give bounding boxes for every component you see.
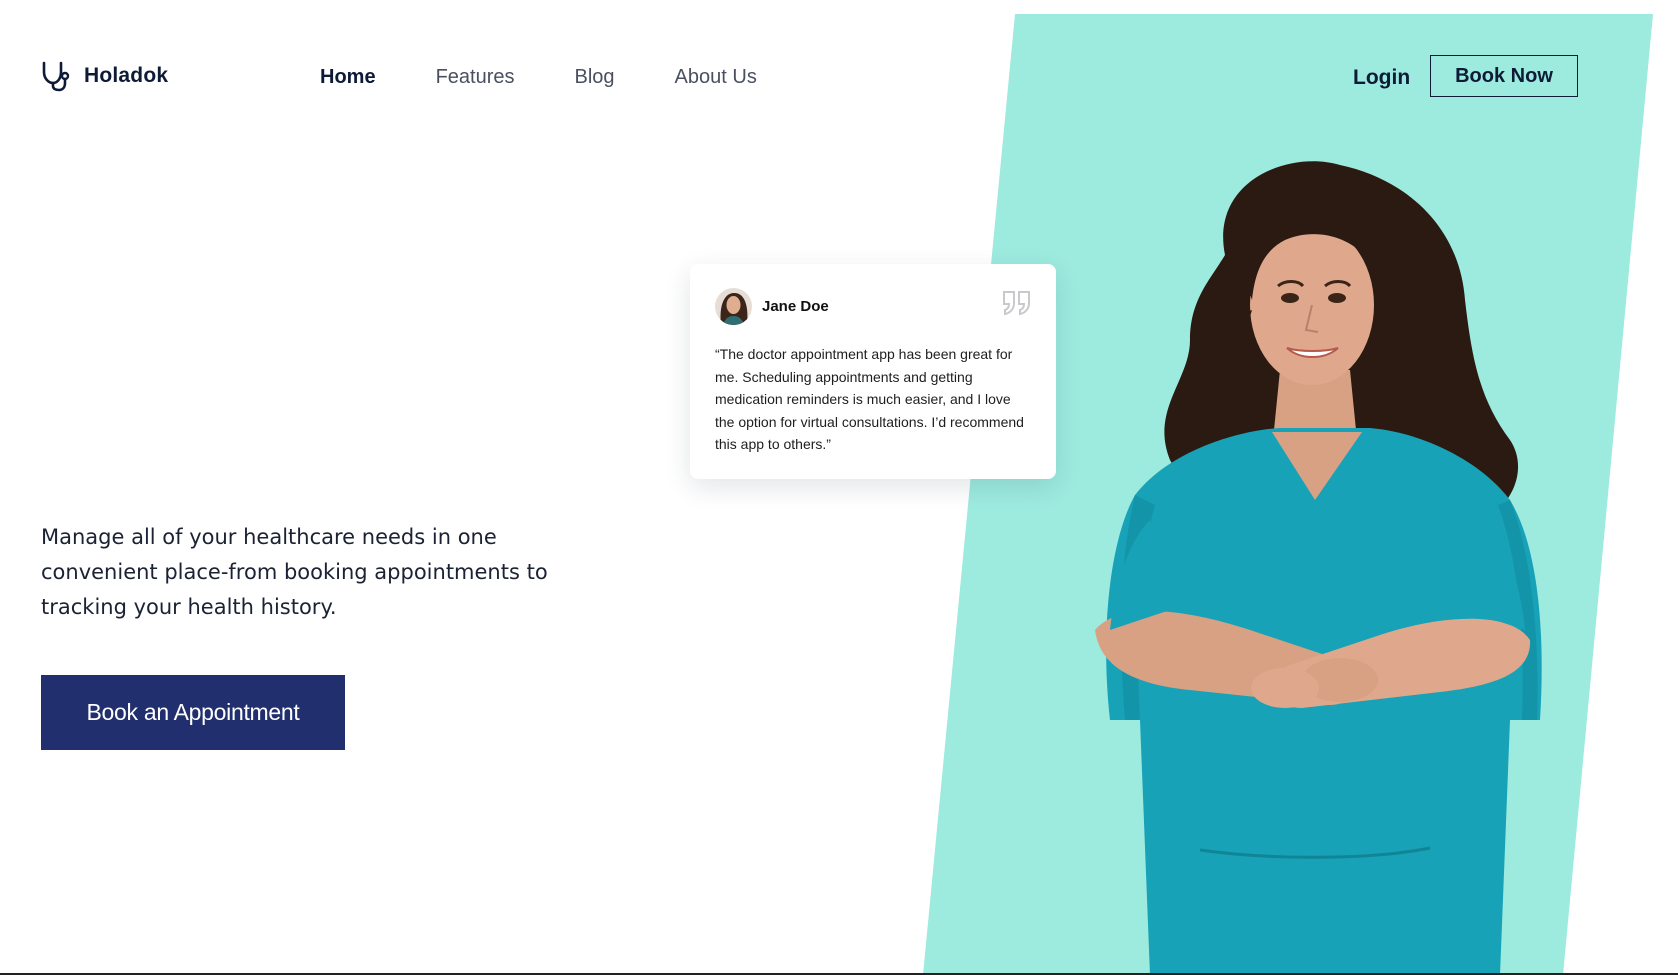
testimonial-card: Jane Doe “The doctor appointment app has… [690, 264, 1056, 479]
testimonial-header: Jane Doe [715, 288, 1032, 325]
avatar [715, 288, 752, 325]
brand-logo[interactable]: Holadok [40, 60, 168, 92]
login-link[interactable]: Login [1353, 66, 1410, 90]
testimonial-author: Jane Doe [762, 298, 829, 315]
doctor-image [1095, 161, 1542, 975]
hero-description: Manage all of your healthcare needs in o… [41, 525, 548, 619]
nav-blog[interactable]: Blog [575, 66, 615, 89]
brand-name: Holadok [84, 64, 169, 87]
nav-home[interactable]: Home [320, 66, 376, 89]
nav-about-us[interactable]: About Us [675, 66, 757, 89]
quote-icon [1003, 291, 1030, 316]
book-appointment-button[interactable]: Book an Appointment [41, 675, 345, 750]
testimonial-quote: “The doctor appointment app has been gre… [715, 346, 1024, 452]
stethoscope-icon [42, 61, 70, 92]
nav-features[interactable]: Features [436, 66, 515, 89]
main-nav: Home Features Blog About Us [320, 66, 817, 89]
book-now-button[interactable]: Book Now [1430, 55, 1578, 97]
